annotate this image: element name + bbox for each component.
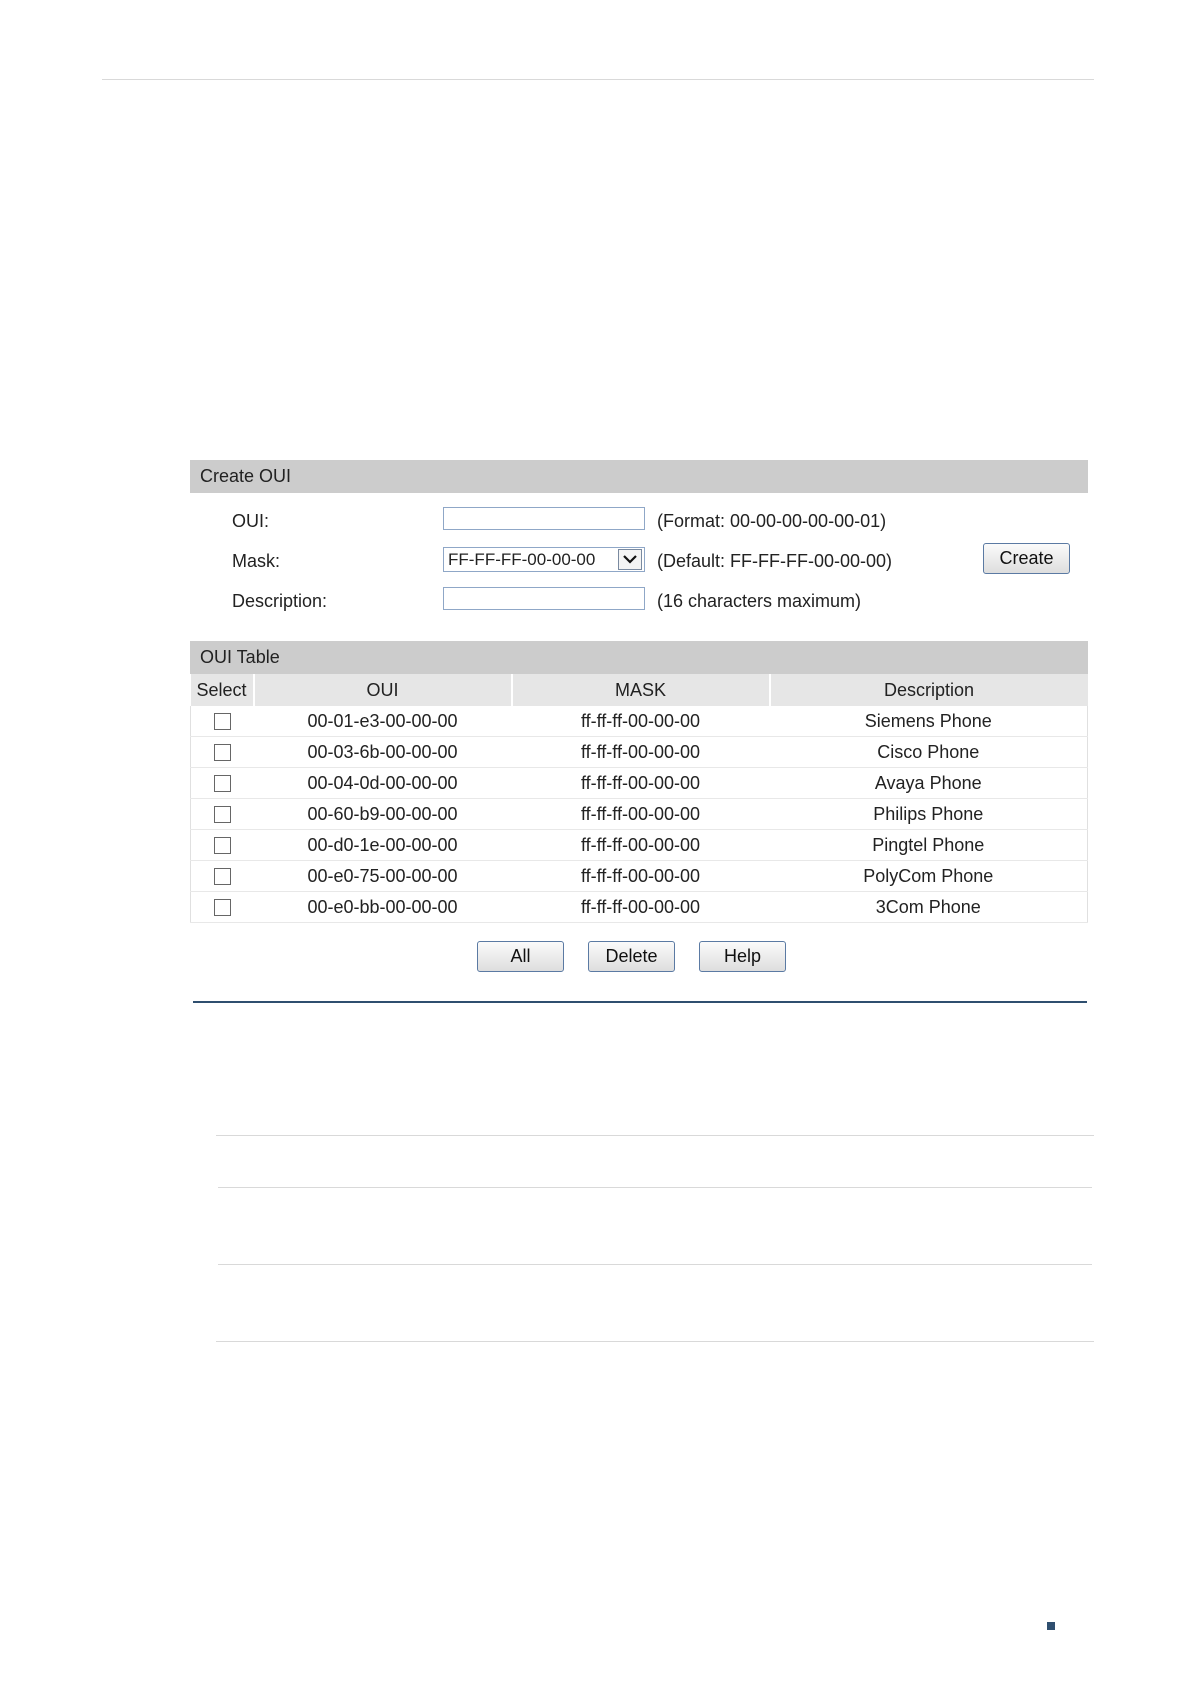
mask-select[interactable]: FF-FF-FF-00-00-00 (443, 547, 645, 572)
column-header-select: Select (190, 674, 255, 706)
table-row: 00-01-e3-00-00-00 ff-ff-ff-00-00-00 Siem… (190, 706, 1088, 737)
help-button[interactable]: Help (699, 941, 786, 972)
select-cell (190, 860, 254, 892)
row-select-checkbox[interactable] (213, 713, 231, 731)
description-cell: Avaya Phone (769, 767, 1088, 799)
table-row: 00-03-6b-00-00-00 ff-ff-ff-00-00-00 Cisc… (190, 736, 1088, 768)
oui-table-header: OUI Table (190, 641, 1088, 674)
create-oui-panel: Create OUI OUI: (Format: 00-00-00-00-00-… (190, 460, 1088, 630)
oui-row: OUI: (Format: 00-00-00-00-00-01) (190, 503, 1088, 543)
description-cell: Pingtel Phone (769, 829, 1088, 861)
oui-table: Select OUI MASK Description 00-01-e3-00-… (190, 674, 1088, 923)
oui-cell: 00-01-e3-00-00-00 (253, 706, 512, 737)
column-header-description: Description (769, 674, 1088, 706)
mask-cell: ff-ff-ff-00-00-00 (511, 706, 770, 737)
mask-default-hint: (Default: FF-FF-FF-00-00-00) (657, 551, 893, 571)
row-select-checkbox[interactable] (213, 744, 231, 762)
description-cell: Philips Phone (769, 798, 1088, 830)
divider (218, 1187, 1092, 1188)
oui-cell: 00-d0-1e-00-00-00 (253, 829, 512, 861)
row-select-checkbox[interactable] (213, 868, 231, 886)
figure-bottom-rule (193, 1001, 1087, 1003)
description-cell: PolyCom Phone (769, 860, 1088, 892)
description-cell: Cisco Phone (769, 736, 1088, 768)
select-cell (190, 706, 254, 737)
table-row: 00-d0-1e-00-00-00 ff-ff-ff-00-00-00 Ping… (190, 829, 1088, 861)
oui-label: OUI: (232, 511, 270, 531)
description-row: Description: (16 characters maximum) (190, 583, 1088, 623)
table-row: 00-60-b9-00-00-00 ff-ff-ff-00-00-00 Phil… (190, 798, 1088, 830)
select-all-button[interactable]: All (477, 941, 564, 972)
description-cell: Siemens Phone (769, 706, 1088, 737)
delete-button[interactable]: Delete (588, 941, 675, 972)
mask-cell: ff-ff-ff-00-00-00 (511, 767, 770, 799)
row-select-checkbox[interactable] (213, 899, 231, 917)
description-cell: 3Com Phone (769, 891, 1088, 923)
create-oui-header: Create OUI (190, 460, 1088, 493)
oui-format-hint: (Format: 00-00-00-00-00-01) (657, 511, 887, 531)
select-cell (190, 736, 254, 768)
table-row: 00-04-0d-00-00-00 ff-ff-ff-00-00-00 Avay… (190, 767, 1088, 799)
create-button[interactable]: Create (983, 543, 1070, 574)
oui-cell: 00-e0-75-00-00-00 (253, 860, 512, 892)
mask-cell: ff-ff-ff-00-00-00 (511, 798, 770, 830)
row-select-checkbox[interactable] (213, 837, 231, 855)
table-row: 00-e0-bb-00-00-00 ff-ff-ff-00-00-00 3Com… (190, 891, 1088, 923)
chevron-down-icon[interactable] (618, 549, 642, 570)
oui-input[interactable] (443, 507, 645, 530)
divider (216, 1135, 1094, 1136)
oui-cell: 00-03-6b-00-00-00 (253, 736, 512, 768)
select-cell (190, 891, 254, 923)
select-cell (190, 767, 254, 799)
page-marker (1047, 1622, 1055, 1630)
description-length-hint: (16 characters maximum) (657, 591, 862, 611)
divider (218, 1264, 1092, 1265)
mask-cell: ff-ff-ff-00-00-00 (511, 860, 770, 892)
oui-table-panel: OUI Table Select OUI MASK Description 00… (190, 641, 1088, 931)
mask-row: Mask: FF-FF-FF-00-00-00 (Default: FF-FF-… (190, 543, 1088, 583)
oui-cell: 00-04-0d-00-00-00 (253, 767, 512, 799)
column-header-mask: MASK (511, 674, 771, 706)
divider (216, 1341, 1094, 1342)
oui-cell: 00-60-b9-00-00-00 (253, 798, 512, 830)
row-select-checkbox[interactable] (213, 806, 231, 824)
column-header-oui: OUI (253, 674, 513, 706)
mask-cell: ff-ff-ff-00-00-00 (511, 891, 770, 923)
description-input[interactable] (443, 587, 645, 610)
oui-cell: 00-e0-bb-00-00-00 (253, 891, 512, 923)
row-select-checkbox[interactable] (213, 775, 231, 793)
select-cell (190, 798, 254, 830)
select-cell (190, 829, 254, 861)
table-header-row: Select OUI MASK Description (190, 674, 1088, 706)
mask-cell: ff-ff-ff-00-00-00 (511, 736, 770, 768)
table-action-buttons: All Delete Help (0, 941, 1191, 973)
description-label: Description: (232, 591, 328, 611)
mask-cell: ff-ff-ff-00-00-00 (511, 829, 770, 861)
top-divider (102, 79, 1094, 80)
mask-selected-value: FF-FF-FF-00-00-00 (448, 550, 596, 569)
mask-label: Mask: (232, 551, 281, 571)
table-row: 00-e0-75-00-00-00 ff-ff-ff-00-00-00 Poly… (190, 860, 1088, 892)
